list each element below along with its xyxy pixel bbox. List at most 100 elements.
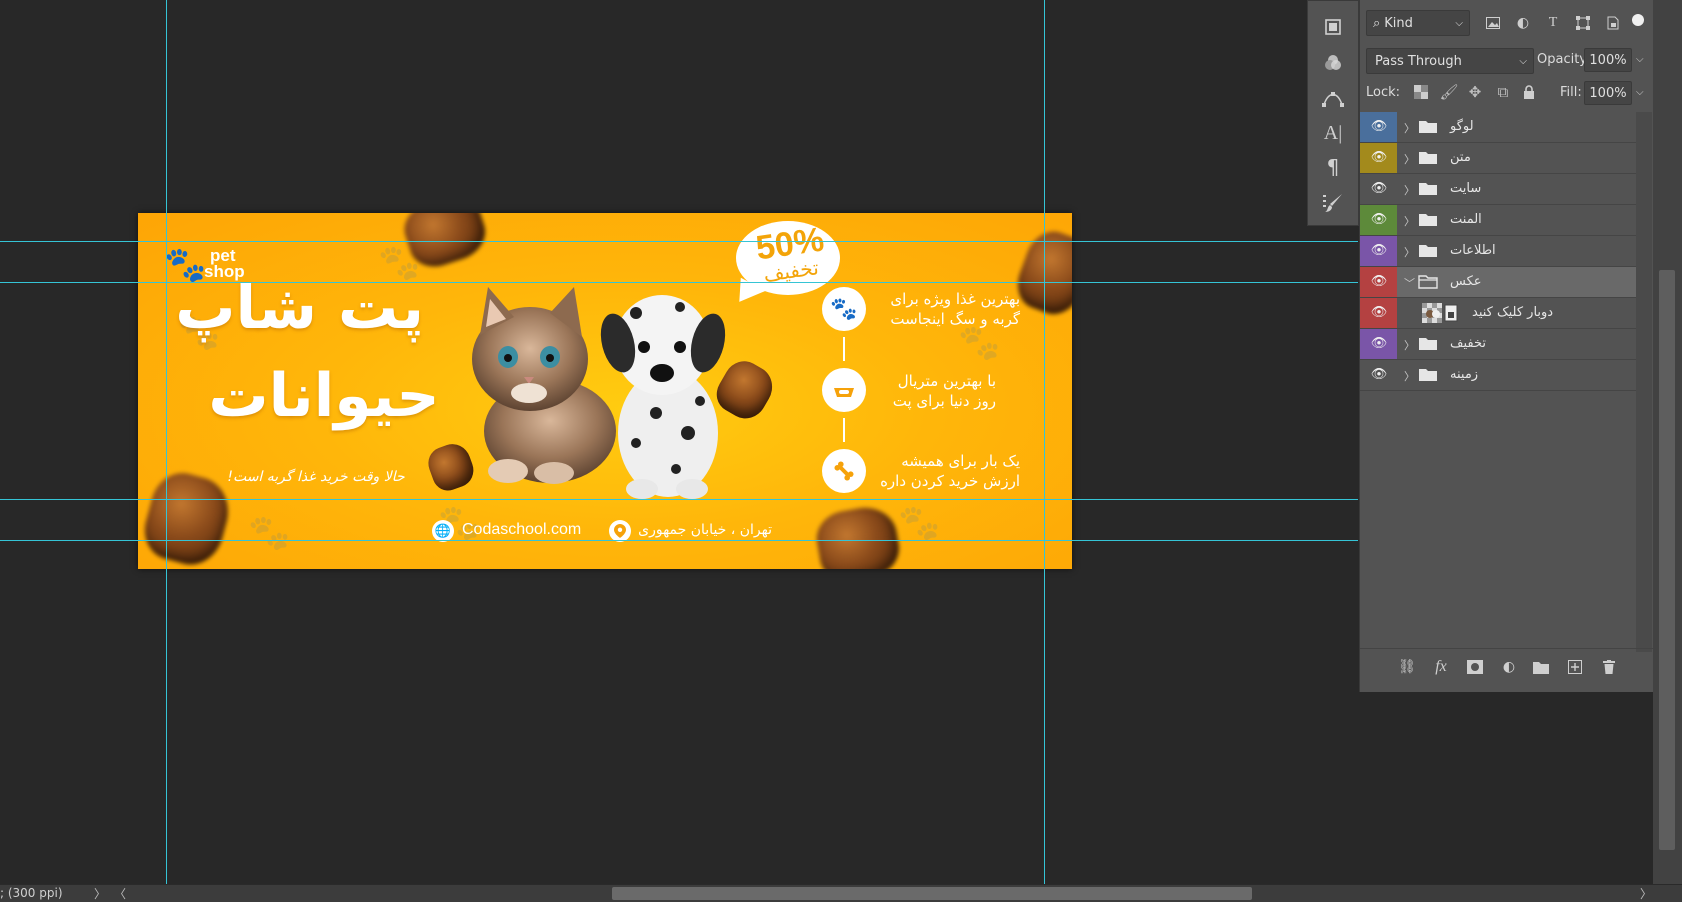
chevron-right-icon[interactable]: 〉 [1404, 151, 1415, 167]
paragraph-icon[interactable]: ¶ [1318, 153, 1348, 181]
chevron-right-icon[interactable]: 〉 [1404, 337, 1415, 353]
discount-bubble: 50% تخفیف [728, 215, 844, 311]
guide-horizontal[interactable] [0, 282, 1358, 283]
pet-bowl-icon [822, 368, 866, 412]
shape-filter-icon[interactable] [1574, 14, 1592, 32]
paths-icon[interactable] [1318, 85, 1348, 113]
layer-row-info[interactable]: 👁 〉 اطلاعات [1360, 236, 1636, 267]
adjustment-filter-icon[interactable]: ◐ [1514, 14, 1532, 32]
link-layers-icon[interactable]: ⛓ [1396, 657, 1418, 677]
banner-title-line1: پت شاپ [175, 273, 424, 343]
layer-row-background[interactable]: 👁 〉 زمینه [1360, 360, 1636, 391]
guide-horizontal[interactable] [0, 540, 1358, 541]
pixel-filter-icon[interactable] [1484, 14, 1502, 32]
layers-panel: ⌕ Kind ⌵ ◐ T Pass Through ⌵ Opacity: 100… [1359, 0, 1654, 692]
kibble-image [812, 502, 904, 569]
chevron-down-icon[interactable]: ﹀ [1404, 275, 1415, 291]
eye-icon[interactable]: 👁 [1370, 182, 1388, 196]
eye-icon[interactable]: 👁 [1370, 306, 1388, 320]
filter-toggle[interactable] [1632, 14, 1644, 26]
horizontal-scrollbar[interactable] [612, 887, 1252, 900]
banner-subtitle: حالا وقت خرید غذا گربه است! [227, 469, 405, 485]
eye-icon[interactable]: 👁 [1370, 368, 1388, 382]
folder-icon [1419, 214, 1437, 226]
character-icon[interactable]: A| [1318, 119, 1348, 147]
pet-shop-banner[interactable]: 🐾 🐾 🐾 🐾 🐾 🐾 🐾 pet shop پت شاپ حیوانات حا… [138, 213, 1072, 569]
folder-icon [1419, 245, 1437, 257]
type-filter-icon[interactable]: T [1544, 14, 1562, 32]
chevron-right-icon[interactable]: 〉 [1640, 885, 1652, 902]
properties-icon[interactable] [1318, 13, 1348, 41]
bone-icon [822, 449, 866, 493]
smart-object-filter-icon[interactable] [1604, 14, 1622, 32]
layer-list-scrollbar[interactable] [1636, 112, 1652, 652]
layer-row-discount[interactable]: 👁 〉 تخفیف [1360, 329, 1636, 360]
eye-icon[interactable]: 👁 [1370, 275, 1388, 289]
opacity-input[interactable]: 100% [1584, 48, 1632, 72]
folder-icon [1419, 152, 1437, 164]
layer-row-element[interactable]: 👁 〉 المنت [1360, 205, 1636, 236]
eye-icon[interactable]: 👁 [1370, 244, 1388, 258]
new-group-icon[interactable] [1530, 657, 1552, 677]
paw-icon: 🐾 [822, 287, 866, 331]
chevron-right-icon[interactable]: 〉 [1404, 120, 1415, 136]
feature-text-1: بهترین غذا ویژه برای گربه و سگ اینجاست [890, 290, 1020, 328]
layer-row-site[interactable]: 👁 〉 سایت [1360, 174, 1636, 205]
layer-list: 👁 〉 لوگو 👁 〉 متن 👁 〉 سایت 👁 〉 المنت 👁 〉 … [1360, 112, 1636, 652]
address-text: تهران ، خیابان جمهوری [638, 522, 772, 538]
eye-icon[interactable]: 👁 [1370, 213, 1388, 227]
zoom-status[interactable]: ; (300 ppi) [0, 886, 63, 900]
guide-horizontal[interactable] [0, 241, 1358, 242]
guide-vertical[interactable] [166, 0, 167, 884]
chevron-down-icon: ⌵ [1519, 55, 1527, 67]
panel-scrollbar[interactable] [1653, 0, 1682, 884]
status-bar: ; (300 ppi) 〉 〈 〉 [0, 884, 1682, 902]
paw-watermark-icon: 🐾 [248, 513, 291, 553]
add-mask-icon[interactable] [1464, 657, 1486, 677]
chevron-down-icon: ⌵ [1455, 17, 1463, 29]
feature-text-2: با بهترین متریال روز دنیا برای پت [892, 372, 996, 410]
globe-icon: 🌐 [432, 520, 454, 542]
layer-row-logo[interactable]: 👁 〉 لوگو [1360, 112, 1636, 143]
chevron-left-icon[interactable]: 〈 [114, 885, 126, 902]
eye-icon[interactable]: 👁 [1370, 120, 1388, 134]
document-canvas[interactable]: 🐾 🐾 🐾 🐾 🐾 🐾 🐾 pet shop پت شاپ حیوانات حا… [0, 0, 1358, 884]
chevron-right-icon[interactable]: 〉 [94, 885, 106, 902]
website-text: Codaschool.com [462, 521, 582, 538]
folder-icon [1419, 369, 1437, 381]
smart-object-thumbnail-icon [1422, 303, 1458, 323]
layer-filter-select[interactable]: ⌕ Kind ⌵ [1366, 10, 1470, 36]
chevron-right-icon[interactable]: 〉 [1404, 244, 1415, 260]
chevron-right-icon[interactable]: 〉 [1404, 182, 1415, 198]
eye-icon[interactable]: 👁 [1370, 337, 1388, 351]
new-layer-icon[interactable] [1564, 657, 1586, 677]
puppy-image [600, 295, 726, 499]
fill-input[interactable]: 100% [1584, 81, 1632, 105]
location-pin-icon [609, 520, 631, 542]
lock-all-icon[interactable] [1520, 83, 1538, 101]
folder-open-icon [1418, 275, 1438, 289]
lock-image-pixels-icon[interactable]: 🖌 [1439, 83, 1458, 101]
chevron-right-icon[interactable]: 〉 [1404, 368, 1415, 384]
adjustment-layer-icon[interactable]: ◐ [1498, 657, 1520, 677]
eye-icon[interactable]: 👁 [1370, 151, 1388, 165]
layer-row-text[interactable]: 👁 〉 متن [1360, 143, 1636, 174]
guide-vertical[interactable] [1044, 0, 1045, 884]
brush-settings-icon[interactable] [1318, 189, 1348, 217]
blend-mode-select[interactable]: Pass Through ⌵ [1366, 48, 1534, 74]
banner-title-line2: حیوانات [208, 361, 440, 431]
layer-row-photo[interactable]: 👁 ﹀ عکس [1360, 267, 1636, 298]
trash-icon[interactable] [1598, 657, 1620, 677]
chevron-right-icon[interactable]: 〉 [1404, 213, 1415, 229]
layer-row-double-click[interactable]: 👁 دوبار کلیک کنید [1360, 298, 1636, 329]
tools-panel: A| ¶ [1307, 0, 1359, 226]
channels-icon[interactable] [1318, 49, 1348, 77]
folder-icon [1419, 338, 1437, 350]
lock-transparent-pixels-icon[interactable] [1412, 83, 1430, 101]
chevron-down-icon[interactable]: ⌵ [1636, 54, 1644, 65]
chevron-down-icon[interactable]: ⌵ [1636, 87, 1644, 98]
guide-horizontal[interactable] [0, 499, 1358, 500]
lock-artboard-icon[interactable]: ⧉ [1494, 83, 1512, 101]
layer-style-fx-icon[interactable]: fx [1430, 657, 1452, 677]
lock-position-icon[interactable]: ✥ [1466, 83, 1484, 101]
